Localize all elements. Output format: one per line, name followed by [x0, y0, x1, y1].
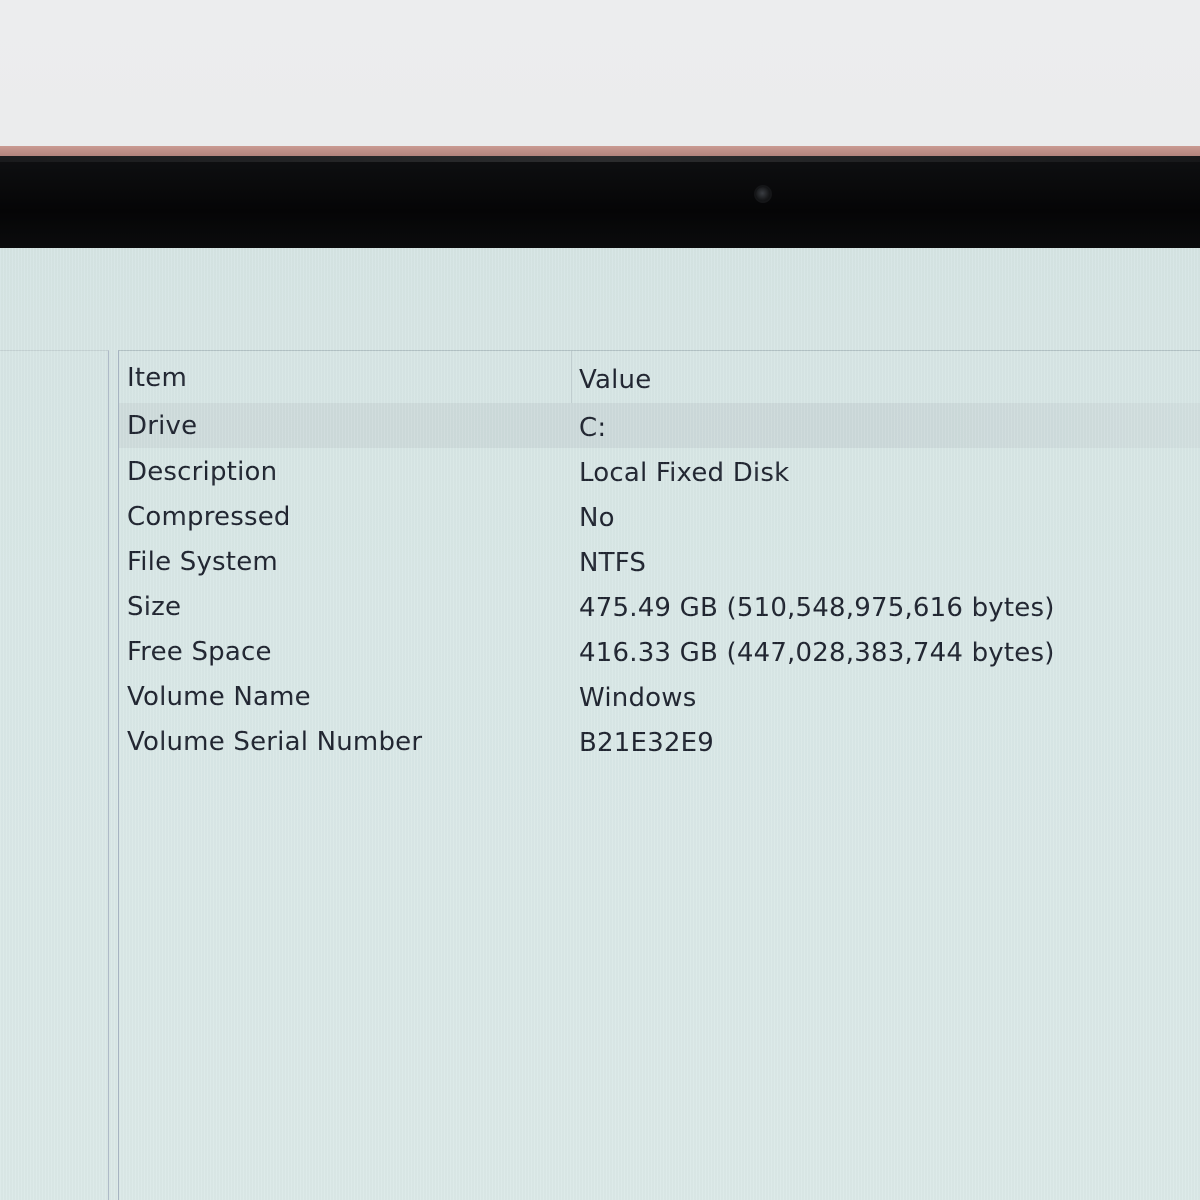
table-row[interactable]: Free Space 416.33 GB (447,028,383,744 by…	[119, 629, 1200, 674]
row-value: B21E32E9	[579, 728, 715, 758]
details-list-pane[interactable]: Item Value Drive C: Description Local Fi…	[118, 350, 1200, 1200]
column-header-item[interactable]: Item	[127, 363, 187, 393]
row-value: Local Fixed Disk	[579, 458, 790, 488]
table-row[interactable]: File System NTFS	[119, 539, 1200, 584]
row-value: C:	[579, 413, 607, 443]
row-item: Free Space	[127, 637, 272, 667]
row-item: Description	[127, 457, 278, 487]
table-row[interactable]: Description Local Fixed Disk	[119, 449, 1200, 494]
table-row[interactable]: Volume Name Windows	[119, 674, 1200, 719]
row-item: Compressed	[127, 502, 291, 532]
photo: Item Value Drive C: Description Local Fi…	[0, 0, 1200, 1200]
screen: Item Value Drive C: Description Local Fi…	[0, 248, 1200, 1200]
column-divider[interactable]	[571, 351, 572, 403]
row-value: 416.33 GB (447,028,383,744 bytes)	[579, 638, 1055, 668]
webcam-icon	[756, 187, 770, 201]
table-row[interactable]: Volume Serial Number B21E32E9	[119, 719, 1200, 764]
row-value: No	[579, 503, 615, 533]
table-row[interactable]: Size 475.49 GB (510,548,975,616 bytes)	[119, 584, 1200, 629]
row-value: Windows	[579, 683, 697, 713]
bezel-glint	[0, 156, 1200, 162]
row-item: File System	[127, 547, 278, 577]
table-row[interactable]: Drive C:	[119, 403, 1200, 448]
row-item: Drive	[127, 411, 198, 441]
category-tree-pane[interactable]	[0, 350, 109, 1200]
row-item: Volume Serial Number	[127, 727, 423, 757]
row-value: NTFS	[579, 548, 647, 578]
list-header: Item Value	[119, 351, 1200, 403]
table-row[interactable]: Compressed No	[119, 494, 1200, 539]
screen-bezel	[0, 156, 1200, 248]
column-header-value[interactable]: Value	[579, 365, 651, 395]
row-item: Size	[127, 592, 182, 622]
row-value: 475.49 GB (510,548,975,616 bytes)	[579, 593, 1055, 623]
row-item: Volume Name	[127, 682, 311, 712]
